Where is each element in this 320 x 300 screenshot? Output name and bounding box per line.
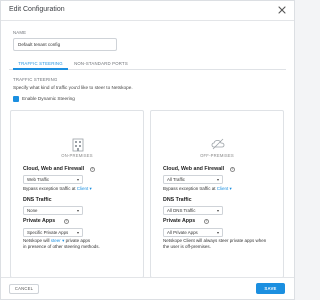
cancel-button[interactable]: CANCEL	[9, 284, 39, 294]
off-prem-note-line-2: the user is off-premises.	[163, 244, 211, 249]
checkmark-icon	[13, 104, 19, 108]
dialog-footer: CANCEL SAVE	[1, 277, 294, 299]
on-prem-dns-select-value: None	[27, 208, 38, 213]
off-premises-panel: OFF-PREMISES Cloud, Web and Firewall ? A…	[150, 110, 284, 278]
off-premises-title: OFF-PREMISES	[200, 153, 234, 158]
off-prem-cloud-select[interactable]: All Traffic	[163, 175, 223, 184]
enable-dynamic-steering-checkbox[interactable]	[13, 96, 19, 108]
off-prem-cloud-select-value: All Traffic	[167, 177, 185, 182]
on-prem-private-apps-label: Private Apps	[23, 218, 56, 224]
help-icon[interactable]: ?	[90, 166, 95, 172]
on-prem-steer-link[interactable]: steer	[51, 238, 61, 243]
on-prem-note-text-end: private apps	[65, 238, 91, 243]
edit-configuration-dialog: Edit Configuration NAME Default tenant c…	[0, 0, 295, 300]
off-prem-bypass-text: Bypass exception traffic at	[163, 186, 216, 191]
chevron-down-icon	[77, 178, 79, 181]
cloud-offline-icon	[211, 138, 225, 150]
save-button[interactable]: SAVE	[256, 283, 285, 294]
off-prem-private-apps-select[interactable]: All Private Apps	[163, 228, 223, 237]
on-prem-note-line-2: in presence of other steering methods.	[23, 244, 100, 249]
name-label: NAME	[13, 30, 27, 35]
on-prem-cloud-select[interactable]: Web Traffic	[23, 175, 83, 184]
traffic-steering-section-label: TRAFFIC STEERING	[13, 77, 58, 82]
on-prem-cloud-select-value: Web Traffic	[27, 177, 50, 182]
on-prem-dns-select[interactable]: None	[23, 206, 83, 215]
chevron-down-icon	[217, 178, 219, 181]
off-prem-dns-label: DNS Traffic	[163, 197, 192, 203]
chevron-down-icon: ▾	[62, 238, 65, 243]
on-premises-panel: ON-PREMISES Cloud, Web and Firewall ? We…	[10, 110, 144, 278]
off-prem-private-apps-select-value: All Private Apps	[167, 230, 198, 235]
off-prem-cloud-label: Cloud, Web and Firewall	[163, 166, 225, 172]
tab-traffic-steering[interactable]: TRAFFIC STEERING	[13, 58, 68, 70]
traffic-steering-description: Specify what kind of traffic you'd like …	[13, 85, 133, 90]
on-premises-title: ON-PREMISES	[61, 153, 93, 158]
off-prem-bypass-link[interactable]: Client	[217, 186, 229, 191]
off-prem-dns-select[interactable]: All DNS Traffic	[163, 206, 223, 215]
off-prem-dns-select-value: All DNS Traffic	[167, 208, 196, 213]
chevron-down-icon	[77, 231, 79, 234]
dialog-header: Edit Configuration	[1, 1, 294, 21]
tab-non-standard-ports[interactable]: NON-STANDARD PORTS	[71, 58, 131, 70]
chevron-down-icon: ▾	[89, 186, 92, 191]
dialog-title: Edit Configuration	[9, 6, 65, 13]
name-input[interactable]: Default tenant config	[13, 38, 117, 51]
chevron-down-icon	[77, 209, 79, 212]
help-icon[interactable]: ?	[230, 166, 235, 172]
on-prem-private-apps-select[interactable]: Specific Private Apps	[23, 228, 83, 237]
chevron-down-icon: ▾	[229, 186, 232, 191]
help-icon[interactable]: ?	[204, 218, 209, 224]
name-input-value: Default tenant config	[18, 42, 61, 47]
building-icon	[72, 138, 84, 152]
enable-dynamic-steering-label: Enable Dynamic Steering	[22, 96, 75, 101]
on-prem-dns-label: DNS Traffic	[23, 197, 52, 203]
off-prem-bypass-row: Bypass exception traffic at Client ▾	[163, 186, 232, 192]
off-prem-private-apps-label: Private Apps	[163, 218, 196, 224]
on-prem-cloud-label: Cloud, Web and Firewall	[23, 166, 85, 172]
chevron-down-icon	[217, 209, 219, 212]
help-icon[interactable]: ?	[64, 218, 69, 224]
on-prem-note-text: Netskope will	[23, 238, 50, 243]
config-tabs: TRAFFIC STEERING NON-STANDARD PORTS	[9, 58, 286, 70]
on-prem-bypass-row: Bypass exception traffic at Client ▾	[23, 186, 92, 192]
on-prem-private-apps-select-value: Specific Private Apps	[27, 230, 69, 235]
chevron-down-icon	[217, 231, 219, 234]
on-prem-bypass-link[interactable]: Client	[77, 186, 89, 191]
close-icon[interactable]	[277, 5, 287, 15]
on-prem-bypass-text: Bypass exception traffic at	[23, 186, 76, 191]
